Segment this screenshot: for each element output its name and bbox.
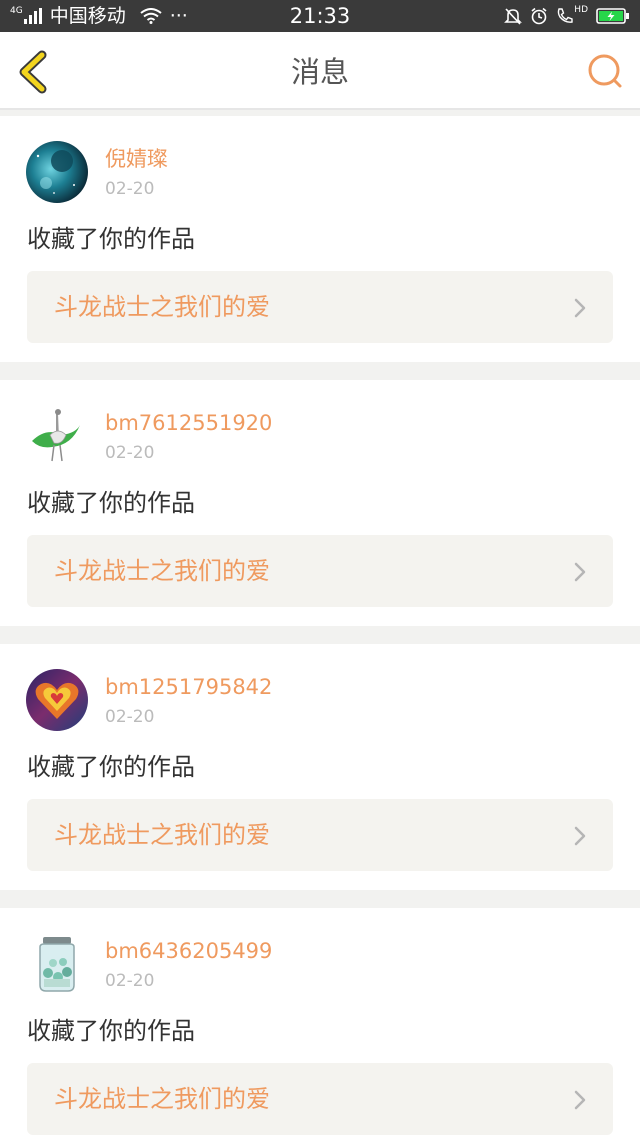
bell-off-icon <box>504 7 523 25</box>
work-link[interactable]: 斗龙战士之我们的爱 <box>27 799 613 871</box>
message-card: bm1251795842 02-20 收藏了你的作品 斗龙战士之我们的爱 <box>0 644 640 890</box>
action-text: 收藏了你的作品 <box>27 1017 195 1045</box>
work-title: 斗龙战士之我们的爱 <box>54 821 270 849</box>
message-card: bm7612551920 02-20 收藏了你的作品 斗龙战士之我们的爱 <box>0 380 640 626</box>
alarm-icon <box>530 7 548 25</box>
work-title: 斗龙战士之我们的爱 <box>54 557 270 585</box>
message-list: 倪婧璨 02-20 收藏了你的作品 斗龙战士之我们的爱 bm7612551920… <box>0 116 640 1138</box>
username[interactable]: bm6436205499 <box>105 938 272 964</box>
action-text: 收藏了你的作品 <box>27 489 195 517</box>
message-date: 02-20 <box>105 707 155 727</box>
avatar[interactable] <box>26 141 88 203</box>
galaxy-avatar-image <box>26 141 88 203</box>
message-date: 02-20 <box>105 971 155 991</box>
username[interactable]: 倪婧璨 <box>105 146 168 172</box>
search-icon <box>588 54 622 88</box>
nav-header: 消息 <box>0 32 640 110</box>
work-link[interactable]: 斗龙战士之我们的爱 <box>27 271 613 343</box>
work-title: 斗龙战士之我们的爱 <box>54 1085 270 1113</box>
avatar[interactable] <box>26 405 88 467</box>
chevron-right-icon <box>574 562 586 582</box>
action-text: 收藏了你的作品 <box>27 225 195 253</box>
ostrich-avatar-image <box>26 405 88 467</box>
chevron-right-icon <box>574 1090 586 1110</box>
message-date: 02-20 <box>105 443 155 463</box>
search-button[interactable] <box>586 52 624 90</box>
hd-call-icon: HD <box>556 5 588 25</box>
battery-icon <box>596 7 630 25</box>
message-card: bm6436205499 02-20 收藏了你的作品 斗龙战士之我们的爱 <box>0 908 640 1138</box>
avatar[interactable] <box>26 933 88 995</box>
avatar[interactable] <box>26 669 88 731</box>
jar-avatar-image <box>26 933 88 995</box>
page-title: 消息 <box>290 55 349 89</box>
status-bar: 4G 中国移动 ··· 21:33 HD <box>0 0 640 32</box>
status-right: HD <box>496 4 630 28</box>
work-link[interactable]: 斗龙战士之我们的爱 <box>27 1063 613 1135</box>
chevron-right-icon <box>574 826 586 846</box>
message-card: 倪婧璨 02-20 收藏了你的作品 斗龙战士之我们的爱 <box>0 116 640 362</box>
username[interactable]: bm1251795842 <box>105 674 272 700</box>
hd-label: HD <box>574 5 588 15</box>
work-link[interactable]: 斗龙战士之我们的爱 <box>27 535 613 607</box>
message-date: 02-20 <box>105 179 155 199</box>
username[interactable]: bm7612551920 <box>105 410 272 436</box>
work-title: 斗龙战士之我们的爱 <box>54 293 270 321</box>
chevron-right-icon <box>574 298 586 318</box>
heart-avatar-image <box>26 669 88 731</box>
action-text: 收藏了你的作品 <box>27 753 195 781</box>
